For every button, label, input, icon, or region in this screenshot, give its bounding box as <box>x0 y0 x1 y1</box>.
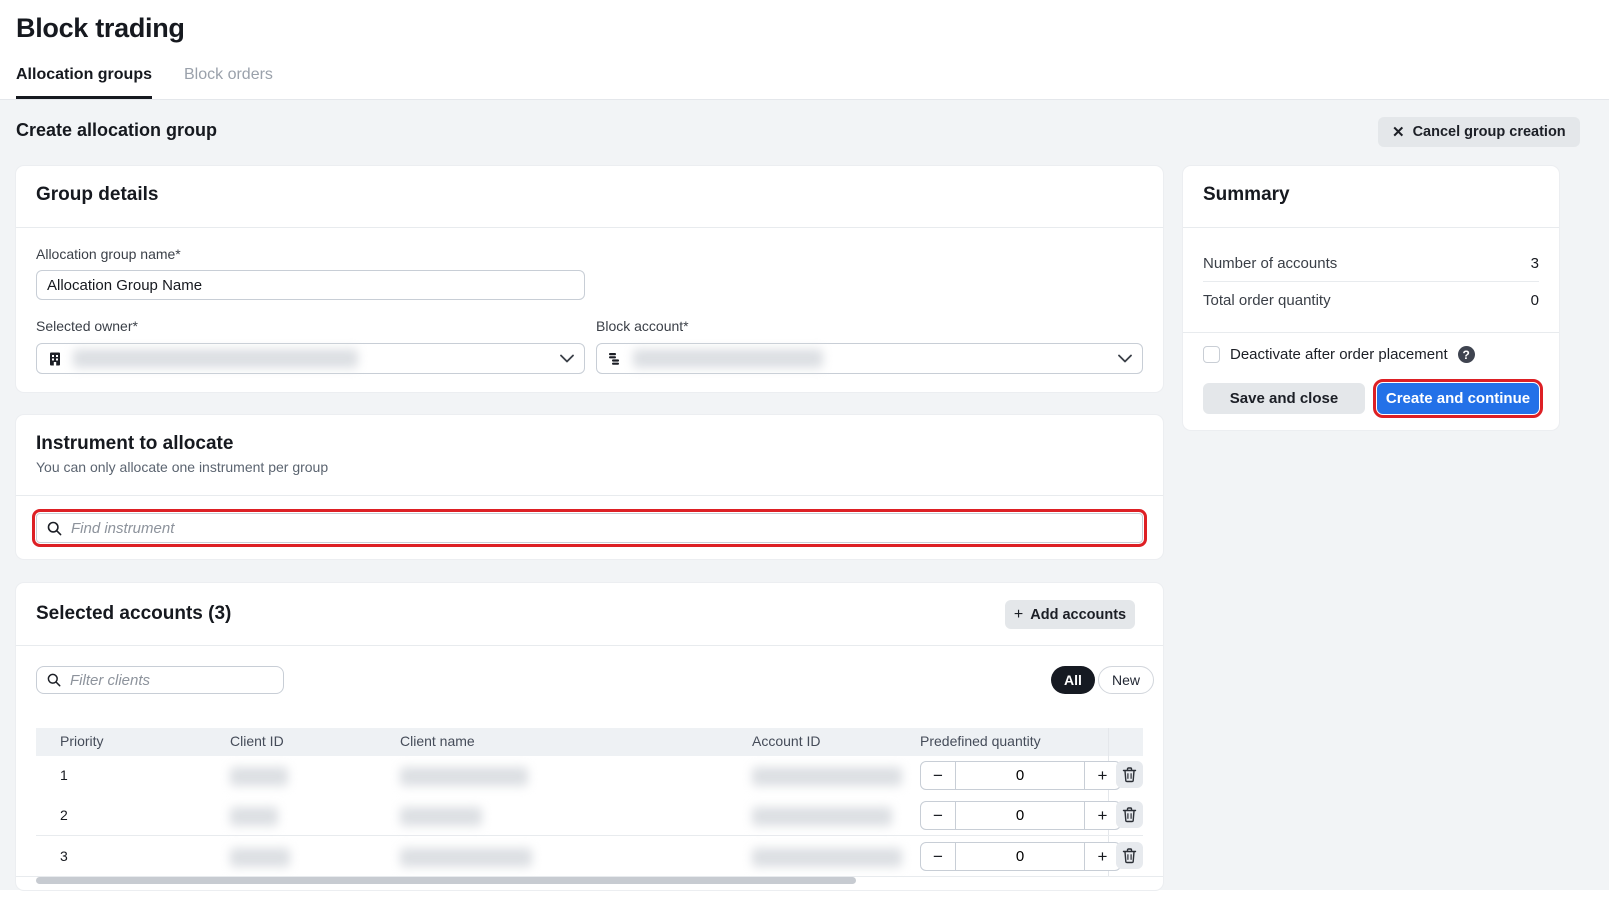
create-and-continue-button[interactable]: Create and continue <box>1377 383 1539 414</box>
filter-clients-input[interactable] <box>70 672 273 689</box>
allocation-group-name-input[interactable] <box>36 270 585 300</box>
building-icon <box>47 351 63 367</box>
priority-value: 3 <box>60 848 68 864</box>
search-icon <box>47 673 61 687</box>
find-instrument-input[interactable] <box>71 520 1132 537</box>
horizontal-scrollbar[interactable] <box>36 877 856 884</box>
decrement-button[interactable]: − <box>920 801 956 830</box>
help-icon[interactable]: ? <box>1458 346 1475 363</box>
allocation-group-name-label: Allocation group name* <box>36 246 181 262</box>
block-account-label: Block account* <box>596 318 689 334</box>
instrument-card: Instrument to allocate You can only allo… <box>16 415 1163 559</box>
decrement-button[interactable]: − <box>920 761 956 790</box>
cancel-button-label: Cancel group creation <box>1413 124 1566 140</box>
quantity-input[interactable] <box>956 842 1085 871</box>
close-icon: ✕ <box>1392 123 1405 141</box>
save-and-close-button[interactable]: Save and close <box>1203 383 1365 414</box>
col-client-name: Client name <box>400 733 475 749</box>
col-priority: Priority <box>60 733 104 749</box>
table-row: 1 − + <box>36 756 1143 796</box>
summary-card: Summary Number of accounts 3 Total order… <box>1183 166 1559 430</box>
delete-row-button[interactable] <box>1116 801 1143 828</box>
priority-value: 1 <box>60 767 68 783</box>
group-details-card: Group details Allocation group name* Sel… <box>16 166 1163 392</box>
client-name-redacted <box>400 848 532 867</box>
number-of-accounts-value: 3 <box>1531 255 1539 272</box>
page-title: Block trading <box>16 13 185 44</box>
divider <box>1183 227 1559 228</box>
quantity-input[interactable] <box>956 761 1085 790</box>
chevron-down-icon <box>1118 354 1132 363</box>
group-details-title: Group details <box>36 184 158 206</box>
client-name-redacted <box>400 807 482 826</box>
selected-owner-dropdown[interactable] <box>36 343 585 374</box>
deactivate-option-row: Deactivate after order placement ? <box>1203 346 1475 363</box>
total-order-quantity-label: Total order quantity <box>1203 292 1331 309</box>
table-header: Priority Client ID Client name Account I… <box>36 728 1143 756</box>
instrument-subtitle: You can only allocate one instrument per… <box>36 459 328 475</box>
filter-pill-new[interactable]: New <box>1098 666 1154 694</box>
total-order-quantity-value: 0 <box>1531 292 1539 309</box>
summary-row-quantity: Total order quantity 0 <box>1203 282 1539 318</box>
selected-accounts-card: Selected accounts (3) + Add accounts All… <box>16 583 1163 890</box>
delete-row-button[interactable] <box>1116 761 1143 788</box>
divider <box>16 227 1163 228</box>
col-account-id: Account ID <box>752 733 820 749</box>
client-name-redacted <box>400 767 528 786</box>
quantity-input[interactable] <box>956 801 1085 830</box>
divider <box>16 495 1163 496</box>
delete-row-button[interactable] <box>1116 842 1143 869</box>
tab-bar: Allocation groups Block orders <box>0 66 1609 100</box>
selected-accounts-title: Selected accounts (3) <box>36 603 231 625</box>
add-accounts-label: Add accounts <box>1030 607 1126 623</box>
filter-pill-all[interactable]: All <box>1051 666 1095 694</box>
trash-icon <box>1122 848 1137 864</box>
trash-icon <box>1122 807 1137 823</box>
quantity-stepper: − + <box>920 842 1121 871</box>
instrument-title: Instrument to allocate <box>36 433 233 455</box>
summary-title: Summary <box>1203 184 1290 206</box>
tab-allocation-groups[interactable]: Allocation groups <box>16 66 152 99</box>
trash-icon <box>1122 767 1137 783</box>
table-row: 2 − + <box>36 796 1143 836</box>
quantity-stepper: − + <box>920 801 1121 830</box>
filter-clients-search[interactable] <box>36 666 284 694</box>
selected-owner-label: Selected owner* <box>36 318 138 334</box>
block-account-dropdown[interactable] <box>596 343 1143 374</box>
account-id-redacted <box>752 767 902 786</box>
summary-row-accounts: Number of accounts 3 <box>1203 246 1539 282</box>
decrement-button[interactable]: − <box>920 842 956 871</box>
section-title: Create allocation group <box>16 120 217 141</box>
col-client-id: Client ID <box>230 733 284 749</box>
find-instrument-search[interactable] <box>36 513 1143 543</box>
selected-owner-redacted-value <box>73 349 358 368</box>
divider <box>1183 332 1559 333</box>
client-id-redacted <box>230 767 288 786</box>
block-account-redacted-value <box>633 349 823 368</box>
tab-block-orders[interactable]: Block orders <box>184 66 273 99</box>
account-id-redacted <box>752 848 902 867</box>
chevron-down-icon <box>560 354 574 363</box>
deactivate-checkbox-label: Deactivate after order placement <box>1230 346 1448 363</box>
search-icon <box>47 521 62 536</box>
table-row: 3 − + <box>36 837 1143 877</box>
add-accounts-button[interactable]: + Add accounts <box>1005 600 1135 629</box>
cancel-group-creation-button[interactable]: ✕ Cancel group creation <box>1378 117 1580 147</box>
divider <box>16 645 1163 646</box>
accounts-stack-icon <box>607 351 623 367</box>
quantity-stepper: − + <box>920 761 1121 790</box>
number-of-accounts-label: Number of accounts <box>1203 255 1337 272</box>
client-id-redacted <box>230 848 290 867</box>
priority-value: 2 <box>60 807 68 823</box>
plus-icon: + <box>1014 606 1023 624</box>
col-predefined-quantity: Predefined quantity <box>920 733 1041 749</box>
account-id-redacted <box>752 807 892 826</box>
deactivate-checkbox[interactable] <box>1203 346 1220 363</box>
client-id-redacted <box>230 807 278 826</box>
